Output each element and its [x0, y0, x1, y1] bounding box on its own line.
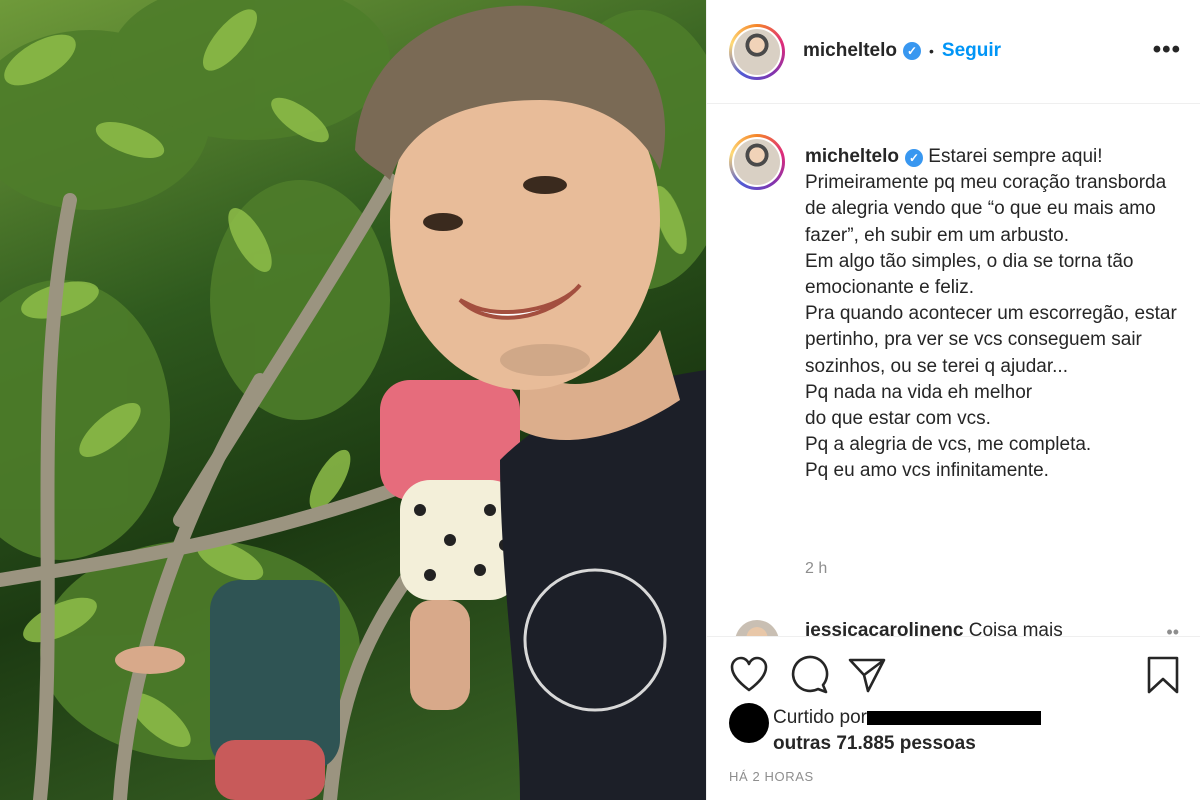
- caption: micheltelo ✓ Estarei sempre aqui! Primeir…: [805, 144, 1185, 485]
- author-info: micheltelo ✓ • Seguir: [803, 40, 1001, 62]
- liked-by-line: Curtido por: [773, 707, 1041, 729]
- follow-button[interactable]: Seguir: [942, 40, 1001, 62]
- comment-body: Coisa mais: [968, 620, 1063, 636]
- paper-plane-icon[interactable]: [847, 655, 887, 695]
- caption-author-avatar[interactable]: [729, 134, 785, 190]
- comment-bubble-icon[interactable]: [789, 655, 829, 695]
- more-horizontal-icon[interactable]: •••: [1153, 36, 1181, 64]
- author-avatar[interactable]: [729, 24, 785, 80]
- post-photo[interactable]: [0, 0, 706, 800]
- comment-more-icon[interactable]: ••: [1166, 622, 1179, 636]
- heart-icon[interactable]: [729, 655, 769, 695]
- separator-dot: •: [928, 43, 934, 59]
- post-header: micheltelo ✓ • Seguir •••: [707, 0, 1200, 104]
- redacted-username[interactable]: [867, 710, 1041, 725]
- commenter-avatar[interactable]: [735, 620, 779, 636]
- author-username[interactable]: micheltelo: [803, 40, 897, 62]
- photo-illustration: [0, 0, 706, 800]
- posted-timestamp[interactable]: HÁ 2 HORAS: [729, 769, 814, 784]
- caption-text: Estarei sempre aqui! Primeiramente pq me…: [805, 146, 1177, 482]
- comment-item: jessicacarolinenc Coisa mais ••: [707, 614, 1200, 636]
- liker-avatar[interactable]: [729, 703, 769, 743]
- liked-by-prefix: Curtido por: [773, 707, 867, 728]
- caption-username[interactable]: micheltelo: [805, 146, 899, 167]
- bookmark-icon[interactable]: [1143, 655, 1183, 695]
- comments-area: micheltelo ✓ Estarei sempre aqui! Primeir…: [707, 104, 1200, 636]
- comment-text: jessicacarolinenc Coisa mais: [805, 620, 1063, 636]
- caption-time-ago: 2 h: [805, 560, 828, 577]
- verified-badge-icon: ✓: [902, 42, 921, 60]
- verified-badge-icon: ✓: [904, 149, 923, 167]
- likes-count-link[interactable]: outras 71.885 pessoas: [773, 733, 976, 755]
- post-actions: Curtido por outras 71.885 pessoas HÁ 2 H…: [707, 636, 1200, 800]
- comment-username[interactable]: jessicacarolinenc: [805, 620, 963, 636]
- post-side-panel: micheltelo ✓ • Seguir ••• micheltelo ✓ Es…: [706, 0, 1200, 800]
